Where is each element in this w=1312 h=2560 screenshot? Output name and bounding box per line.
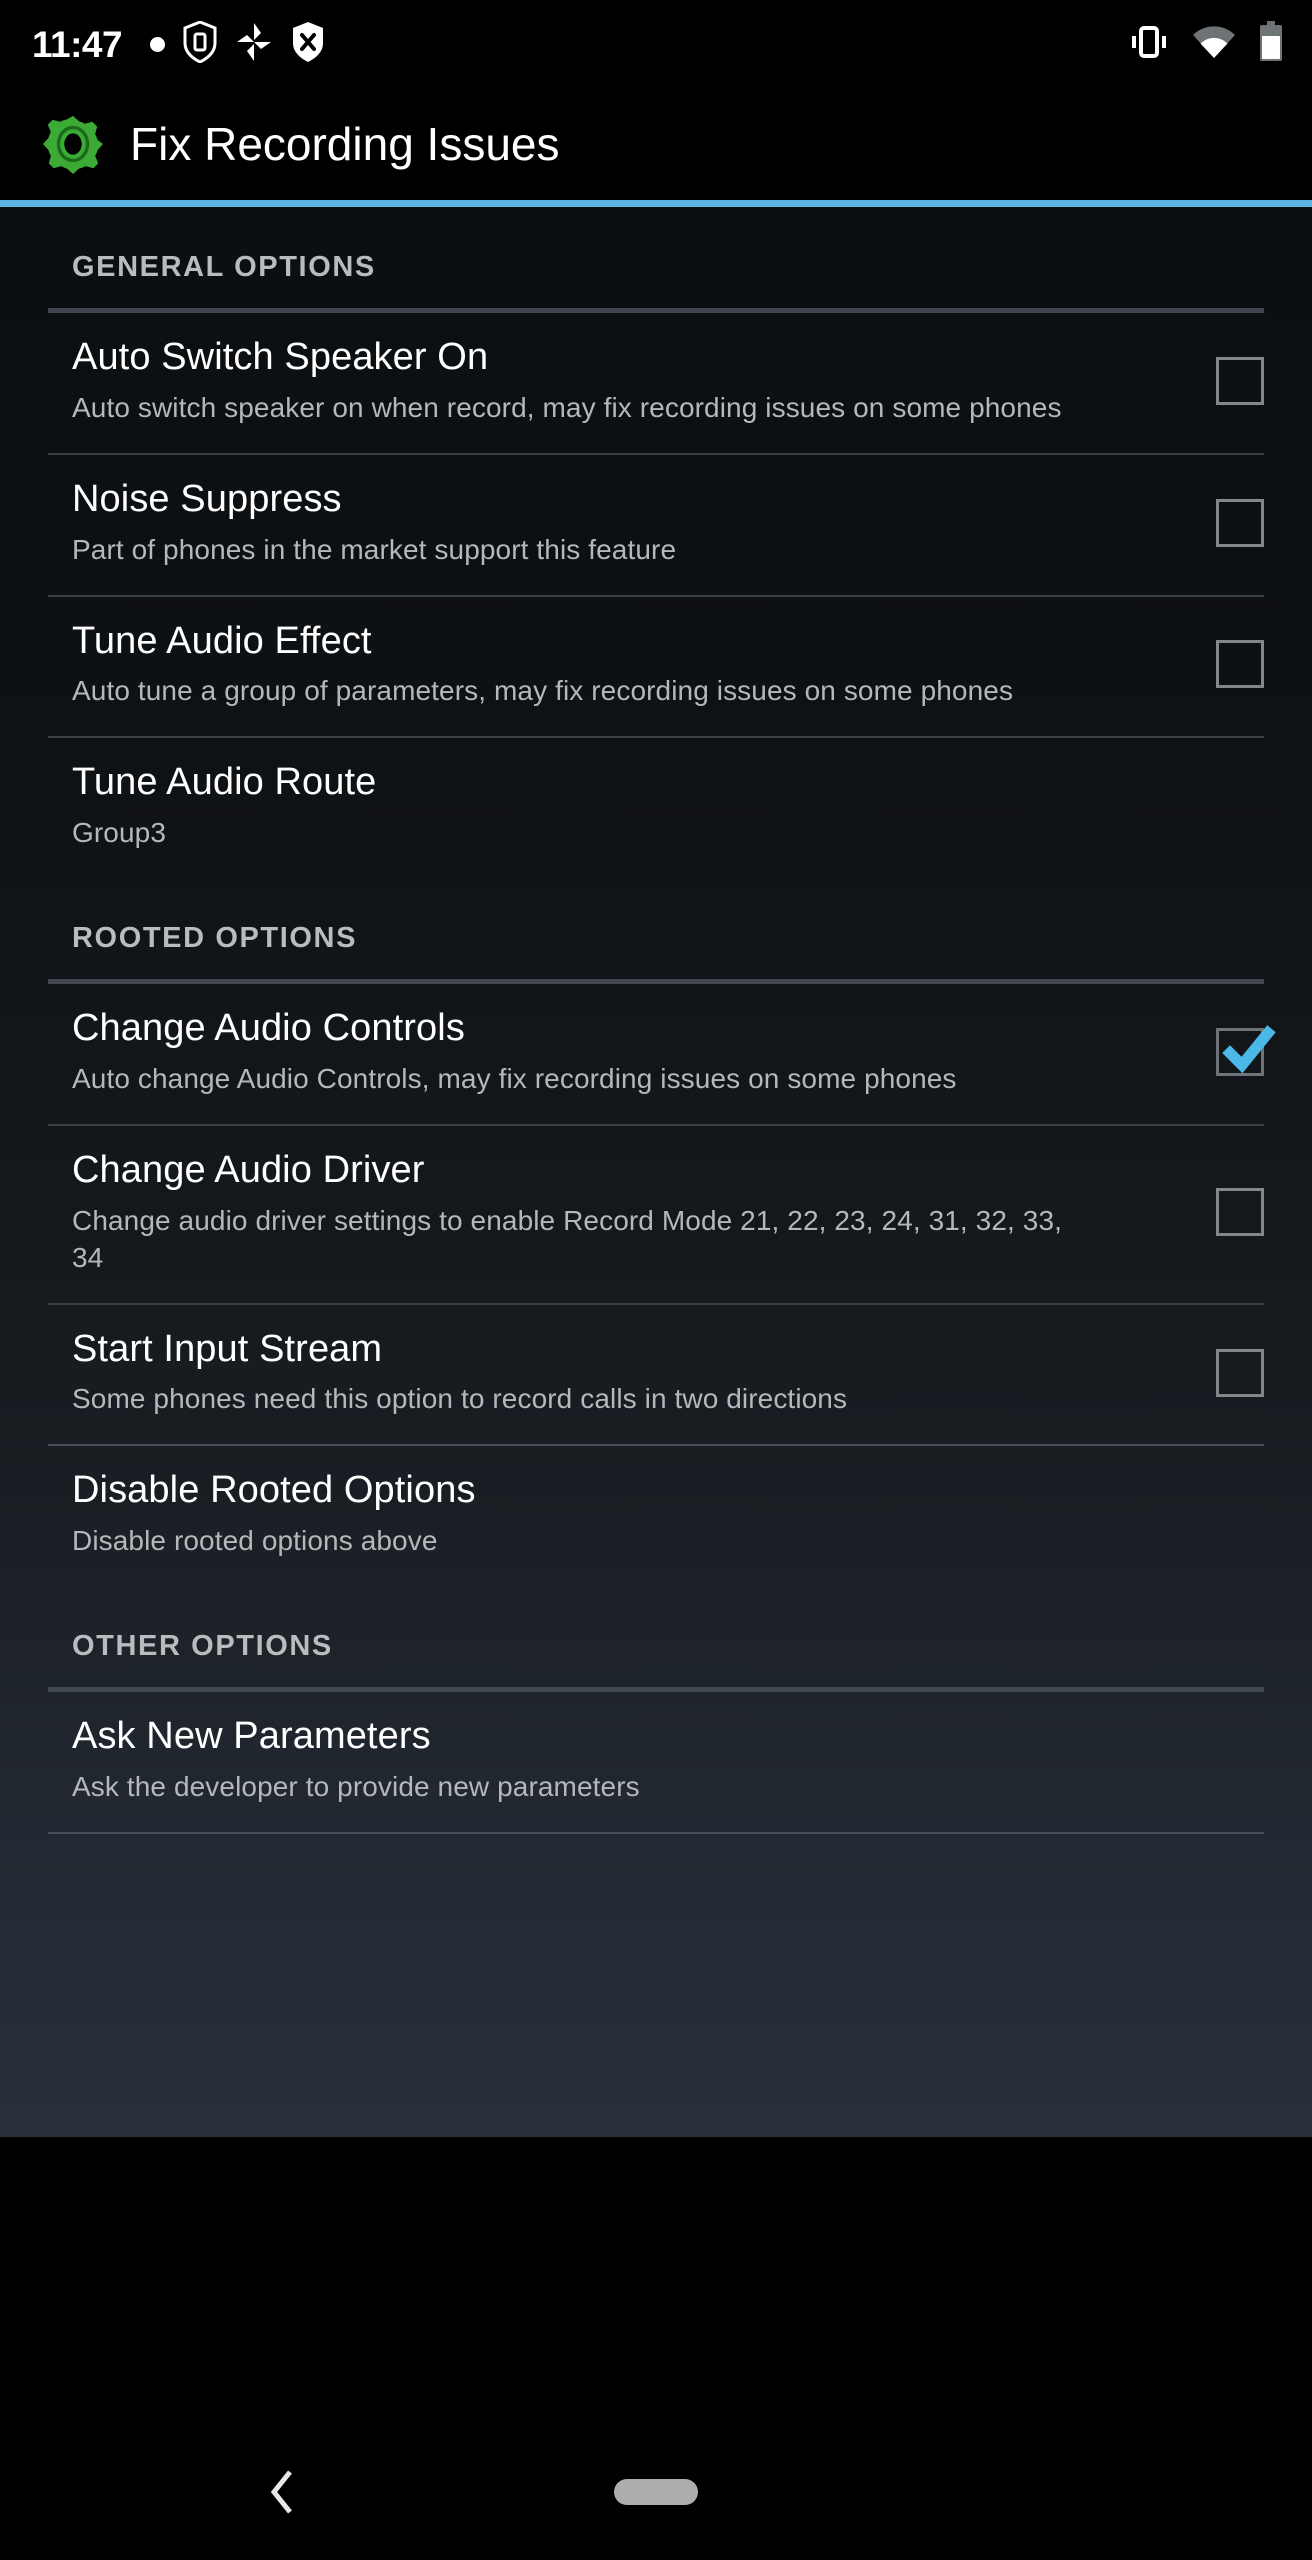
- shield-x-icon: [291, 21, 325, 68]
- list-divider: [48, 1831, 1264, 1834]
- phone-screen: 11:47 Fix Recording Issues GENERAL OPTIO…: [0, 0, 1312, 2560]
- list-item-subtitle: Disable rooted options above: [72, 1525, 438, 1557]
- wifi-icon: [1192, 24, 1236, 65]
- dot-indicator-icon: [150, 36, 166, 52]
- list-item-text: Tune Audio Route Group3: [72, 760, 1264, 852]
- app-bar: Fix Recording Issues: [0, 88, 1312, 200]
- status-bar: 11:47: [0, 0, 1312, 88]
- check-icon: [1222, 1025, 1276, 1074]
- list-item-text: Change Audio Driver Change audio driver …: [72, 1148, 1216, 1277]
- section-header-other: OTHER OPTIONS: [72, 1630, 333, 1663]
- checkbox-noise-suppress[interactable]: [1216, 498, 1264, 547]
- pinwheel-icon: [235, 21, 273, 68]
- status-bar-clock: 11:47: [32, 23, 123, 65]
- checkbox-tune-audio-effect[interactable]: [1216, 640, 1264, 689]
- list-item-title: Disable Rooted Options: [72, 1469, 476, 1512]
- navigation-bar: [0, 2423, 1312, 2560]
- list-item-title: Auto Switch Speaker On: [72, 336, 489, 378]
- list-item[interactable]: Noise Suppress Part of phones in the mar…: [0, 455, 1312, 595]
- list-item[interactable]: Change Audio Driver Change audio driver …: [0, 1126, 1312, 1303]
- list-item-subtitle: Part of phones in the market support thi…: [72, 533, 677, 565]
- list-item[interactable]: Start Input Stream Some phones need this…: [0, 1305, 1312, 1445]
- gear-icon: [42, 113, 104, 175]
- battery-icon: [1258, 20, 1284, 68]
- section-header-rooted: ROOTED OPTIONS: [72, 922, 358, 955]
- page-title: Fix Recording Issues: [130, 118, 560, 170]
- list-item[interactable]: Disable Rooted Options Disable rooted op…: [0, 1446, 1312, 1586]
- list-item-title: Tune Audio Effect: [72, 619, 372, 662]
- list-item[interactable]: Ask New Parameters Ask the developer to …: [0, 1692, 1312, 1832]
- section-header-general: GENERAL OPTIONS: [72, 251, 376, 283]
- status-bar-system-icons: [1128, 20, 1284, 68]
- list-item-title: Ask New Parameters: [72, 1715, 431, 1758]
- accent-divider: [0, 200, 1312, 207]
- list-item-subtitle: Change audio driver settings to enable R…: [72, 1204, 1063, 1273]
- settings-list[interactable]: GENERAL OPTIONS Auto Switch Speaker On A…: [0, 207, 1312, 2137]
- checkbox-auto-switch-speaker-on[interactable]: [1216, 356, 1264, 405]
- list-item-subtitle: Some phones need this option to record c…: [72, 1383, 848, 1415]
- list-item-text: Change Audio Controls Auto change Audio …: [72, 1006, 1216, 1098]
- list-item-subtitle: Ask the developer to provide new paramet…: [72, 1771, 640, 1803]
- list-item-title: Tune Audio Route: [72, 761, 377, 804]
- checkbox-change-audio-controls[interactable]: [1216, 1025, 1276, 1077]
- vibrate-icon: [1128, 22, 1170, 67]
- checkbox-start-input-stream[interactable]: [1216, 1348, 1264, 1397]
- list-item-text: Tune Audio Effect Auto tune a group of p…: [72, 619, 1216, 711]
- list-item[interactable]: Tune Audio Effect Auto tune a group of p…: [0, 597, 1312, 737]
- back-chevron-icon[interactable]: [254, 2464, 310, 2520]
- list-item[interactable]: Change Audio Controls Auto change Audio …: [0, 984, 1312, 1124]
- list-item-text: Ask New Parameters Ask the developer to …: [72, 1714, 1264, 1806]
- list-item-subtitle: Auto tune a group of parameters, may fix…: [72, 675, 1014, 707]
- list-item-title: Start Input Stream: [72, 1327, 383, 1370]
- list-item[interactable]: Tune Audio Route Group3: [0, 738, 1312, 878]
- list-item-text: Start Input Stream Some phones need this…: [72, 1327, 1216, 1419]
- list-item-title: Change Audio Controls: [72, 1007, 465, 1050]
- list-item-value: Group3: [72, 817, 166, 849]
- list-item-text: Noise Suppress Part of phones in the mar…: [72, 477, 1216, 569]
- home-pill-icon[interactable]: [614, 2478, 698, 2505]
- list-item-subtitle: Auto change Audio Controls, may fix reco…: [72, 1062, 957, 1094]
- list-item[interactable]: Auto Switch Speaker On Auto switch speak…: [0, 313, 1312, 453]
- status-bar-notification-icons: [150, 19, 325, 68]
- list-item-title: Noise Suppress: [72, 477, 342, 520]
- list-item-text: Auto Switch Speaker On Auto switch speak…: [72, 335, 1216, 427]
- list-item-text: Disable Rooted Options Disable rooted op…: [72, 1468, 1264, 1560]
- list-item-title: Change Audio Driver: [72, 1148, 425, 1191]
- shield-icon: [183, 19, 217, 68]
- list-item-subtitle: Auto switch speaker on when record, may …: [72, 391, 1062, 423]
- checkbox-change-audio-driver[interactable]: [1216, 1188, 1264, 1237]
